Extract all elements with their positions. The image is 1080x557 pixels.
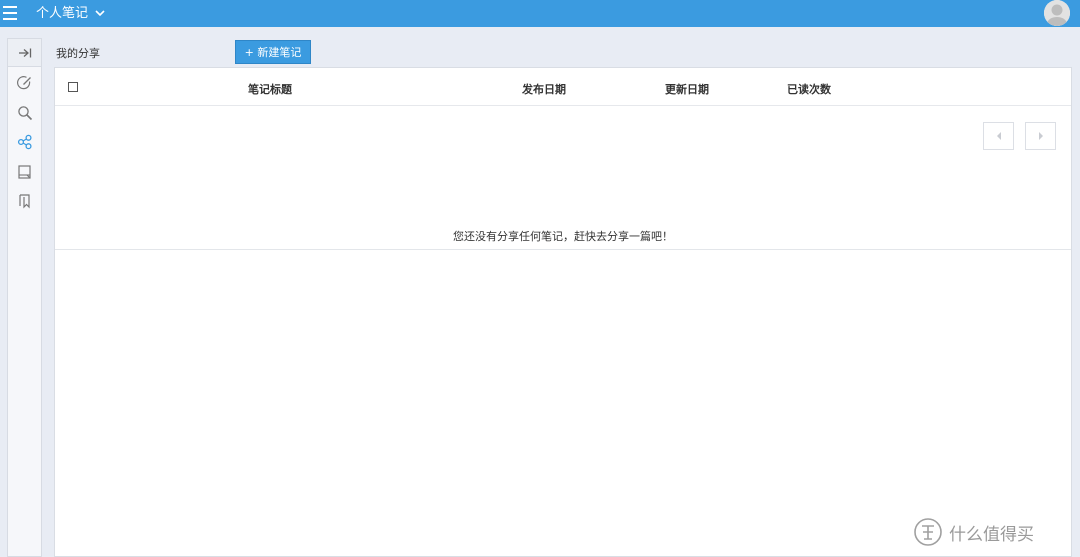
chevron-down-icon[interactable]: [94, 7, 106, 19]
watermark: 什么值得买: [913, 515, 1073, 549]
prev-page-button[interactable]: [983, 122, 1014, 150]
column-header-update-date[interactable]: 更新日期: [665, 81, 709, 97]
next-page-button[interactable]: [1025, 122, 1056, 150]
select-all-checkbox[interactable]: [68, 82, 78, 92]
top-bar: 个人笔记: [0, 0, 1080, 27]
notebook-icon[interactable]: [8, 158, 41, 186]
column-header-read-count[interactable]: 已读次数: [787, 81, 831, 97]
app-title[interactable]: 个人笔记: [36, 5, 88, 22]
divider: [55, 249, 1071, 250]
table-header: 笔记标题 发布日期 更新日期 已读次数: [55, 68, 1071, 106]
next-arrow-icon: [1038, 132, 1043, 140]
search-icon[interactable]: [8, 99, 41, 127]
bookmark-icon[interactable]: [8, 187, 41, 215]
prev-arrow-icon: [996, 132, 1001, 140]
seal-logo: [914, 518, 942, 546]
shared-notes-panel: 笔记标题 发布日期 更新日期 已读次数 您还没有分享任何笔记，赶快去分享一篇吧！: [54, 67, 1072, 557]
edit-note-icon[interactable]: [8, 69, 41, 97]
column-header-title[interactable]: 笔记标题: [248, 81, 292, 97]
sidebar: [7, 38, 42, 557]
page-title: 我的分享: [56, 47, 100, 60]
column-header-publish-date[interactable]: 发布日期: [522, 81, 566, 97]
share-icon[interactable]: [8, 128, 41, 156]
hamburger-icon[interactable]: [0, 0, 20, 27]
watermark-text: 什么值得买: [949, 524, 1034, 545]
user-avatar-icon[interactable]: [1044, 0, 1070, 26]
empty-state-message: 您还没有分享任何笔记，赶快去分享一篇吧！: [453, 230, 673, 243]
new-note-button[interactable]: + 新建笔记: [235, 40, 311, 64]
collapse-arrow-icon[interactable]: [8, 39, 41, 67]
